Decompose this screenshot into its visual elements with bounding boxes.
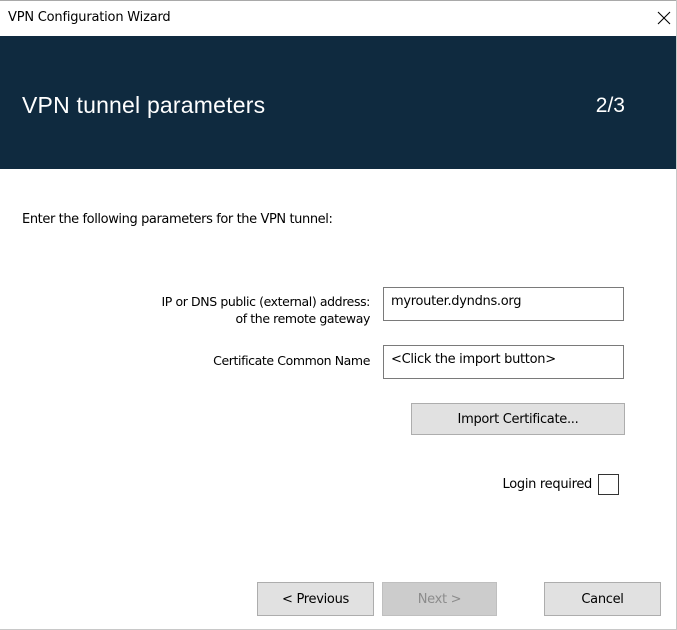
import-certificate-button[interactable]: Import Certificate...	[411, 403, 625, 435]
previous-button[interactable]: < Previous	[257, 582, 374, 616]
cancel-button[interactable]: Cancel	[544, 582, 661, 616]
ip-address-label-line2: of the remote gateway	[235, 311, 370, 326]
ip-address-field[interactable]: myrouter.dyndns.org	[383, 287, 624, 321]
close-icon	[657, 11, 671, 25]
step-indicator: 2/3	[595, 94, 625, 117]
window-title: VPN Configuration Wizard	[8, 10, 171, 25]
ip-address-label: IP or DNS public (external) address:	[161, 294, 370, 309]
intro-text: Enter the following parameters for the V…	[22, 212, 333, 227]
close-button[interactable]	[652, 1, 676, 35]
login-required-checkbox[interactable]	[598, 474, 619, 495]
wizard-header: VPN tunnel parameters 2/3	[0, 36, 676, 169]
title-bar: VPN Configuration Wizard	[0, 0, 676, 37]
next-button[interactable]: Next >	[382, 582, 497, 616]
certificate-name-field[interactable]: <Click the import button>	[383, 345, 624, 379]
page-title: VPN tunnel parameters	[22, 92, 266, 118]
certificate-name-label: Certificate Common Name	[213, 353, 370, 368]
wizard-window: VPN Configuration Wizard VPN tunnel para…	[0, 0, 677, 630]
login-required-label: Login required	[502, 477, 593, 492]
